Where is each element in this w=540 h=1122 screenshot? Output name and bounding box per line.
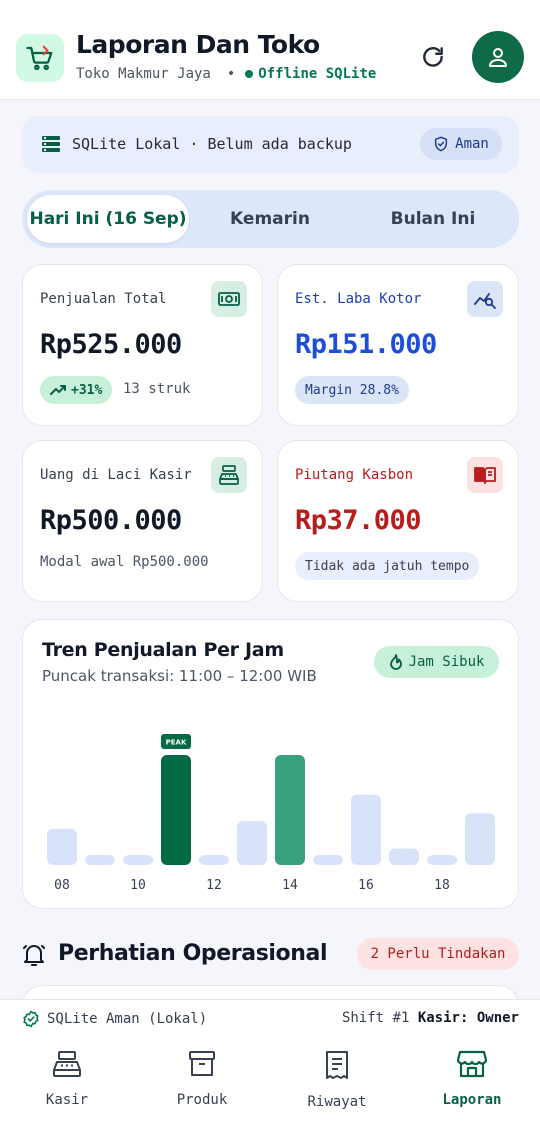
receipt-icon xyxy=(326,1051,348,1079)
database-status-text: SQLite Lokal · Belum ada backup xyxy=(72,135,352,153)
safe-badge-label: Aman xyxy=(455,136,489,152)
store-name: Toko Makmur Jaya xyxy=(76,66,211,82)
total-sales-value: Rp525.000 xyxy=(40,329,182,360)
nav-laporan-label: Laporan xyxy=(442,1092,502,1108)
check-badge-icon xyxy=(23,1010,39,1028)
bar-hour-15 xyxy=(313,855,343,865)
attention-title: Perhatian Operasional xyxy=(58,941,328,966)
sales-trend-badge: +31% xyxy=(40,376,113,404)
period-tabs: Hari Ini (16 Sep) Kemarin Bulan Ini xyxy=(22,190,519,248)
nav-riwayat-label: Riwayat xyxy=(307,1094,367,1110)
sqlite-status: SQLite Aman (Lokal) xyxy=(22,1010,207,1028)
total-sales-label: Penjualan Total xyxy=(40,291,167,307)
x-tick-label: 18 xyxy=(434,878,450,893)
action-needed-badge[interactable]: 2 Perlu Tindakan xyxy=(357,938,519,970)
bar-hour-10 xyxy=(123,855,153,865)
cashier-name: Owner xyxy=(476,1010,519,1026)
tab-today[interactable]: Hari Ini (16 Sep) xyxy=(27,195,189,243)
separator: • xyxy=(226,66,236,82)
shift-number: Shift #1 xyxy=(341,1010,410,1026)
gross-profit-value: Rp151.000 xyxy=(295,329,437,360)
tab-yesterday[interactable]: Kemarin xyxy=(190,195,350,243)
shift-info: Shift #1 Kasir: Owner xyxy=(342,1010,519,1026)
bar-hour-13 xyxy=(237,821,267,865)
bottom-bar: SQLite Aman (Lokal) Shift #1 Kasir: Owne… xyxy=(0,999,540,1122)
cash-drawer-value: Rp500.000 xyxy=(40,505,182,536)
nav-produk-label: Produk xyxy=(176,1092,228,1108)
bar-hour-12 xyxy=(199,855,229,865)
status-dot xyxy=(245,70,254,78)
shield-check-icon xyxy=(435,136,448,152)
cash-drawer-label: Uang di Laci Kasir xyxy=(40,467,192,483)
gross-profit-card[interactable]: Est. Laba Kotor Rp151.000 Margin 28.8% xyxy=(277,264,519,426)
receivables-label: Piutang Kasbon xyxy=(295,467,414,483)
database-icon xyxy=(42,136,60,152)
x-tick-label: 16 xyxy=(358,878,374,893)
bar-hour-16 xyxy=(351,794,381,865)
x-tick-label: 10 xyxy=(130,878,146,893)
safe-badge: Aman xyxy=(420,128,502,160)
hourly-sales-bars: 08 10 PEAK 12 14 16 18 xyxy=(47,734,495,893)
user-icon xyxy=(489,48,507,67)
profile-button[interactable] xyxy=(472,31,524,83)
x-tick-label: 12 xyxy=(206,878,222,893)
receivables-card[interactable]: Piutang Kasbon Rp37.000 Tidak ada jatuh … xyxy=(277,440,519,602)
nav-laporan[interactable]: Laporan xyxy=(422,1050,522,1116)
analytics-icon xyxy=(467,281,503,317)
opening-capital-note: Modal awal Rp500.000 xyxy=(40,554,209,570)
shop-cart-logo-icon xyxy=(16,34,64,82)
offline-status: Offline SQLite xyxy=(258,66,377,82)
nav-kasir[interactable]: Kasir xyxy=(17,1050,117,1116)
bar-hour-11 xyxy=(161,755,191,865)
sales-trend-value: +31% xyxy=(71,382,103,398)
total-sales-card[interactable]: Penjualan Total Rp525.000 +31% 13 struk xyxy=(22,264,263,426)
store-subline: Toko Makmur Jaya • Offline SQLite xyxy=(76,66,376,82)
margin-badge: Margin 28.8% xyxy=(295,376,409,404)
trend-up-icon xyxy=(50,385,66,395)
x-tick-label: 14 xyxy=(282,878,298,893)
receipt-count: 13 struk xyxy=(123,381,191,397)
cash-register-icon xyxy=(53,1051,81,1077)
database-status-bar: SQLite Lokal · Belum ada backup Aman xyxy=(22,116,519,173)
hourly-sales-chart-card: Tren Penjualan Per Jam Puncak transaksi:… xyxy=(22,619,519,909)
refresh-button[interactable] xyxy=(418,42,448,72)
nav-kasir-label: Kasir xyxy=(45,1092,89,1108)
bar-hour-18 xyxy=(427,855,457,865)
nav-riwayat[interactable]: Riwayat xyxy=(287,1050,387,1116)
app-header: Laporan Dan Toko Toko Makmur Jaya • Offl… xyxy=(0,0,540,100)
bar-hour-14 xyxy=(275,755,305,865)
tab-this-month[interactable]: Bulan Ini xyxy=(352,195,514,243)
receivables-value: Rp37.000 xyxy=(295,505,422,536)
bar-hour-19 xyxy=(465,813,495,865)
register-icon xyxy=(211,457,247,493)
book-icon xyxy=(467,457,503,493)
due-status-badge: Tidak ada jatuh tempo xyxy=(295,552,480,580)
cash-drawer-card[interactable]: Uang di Laci Kasir Rp500.000 Modal awal … xyxy=(22,440,263,602)
bell-icon xyxy=(22,942,46,972)
bar-hour-09 xyxy=(85,855,115,865)
x-tick-label: 08 xyxy=(54,878,70,893)
gross-profit-label: Est. Laba Kotor xyxy=(295,291,422,307)
bar-hour-08 xyxy=(47,828,77,865)
store-icon xyxy=(457,1050,487,1078)
cash-icon xyxy=(211,281,247,317)
sqlite-status-label: SQLite Aman (Lokal) xyxy=(47,1011,208,1027)
cashier-label: Kasir: xyxy=(417,1010,469,1026)
nav-produk[interactable]: Produk xyxy=(152,1050,252,1116)
bar-hour-17 xyxy=(389,848,419,865)
peak-label: PEAK xyxy=(166,739,187,747)
refresh-icon xyxy=(423,47,443,67)
archive-box-icon xyxy=(189,1051,215,1076)
page-title: Laporan Dan Toko xyxy=(76,30,320,59)
